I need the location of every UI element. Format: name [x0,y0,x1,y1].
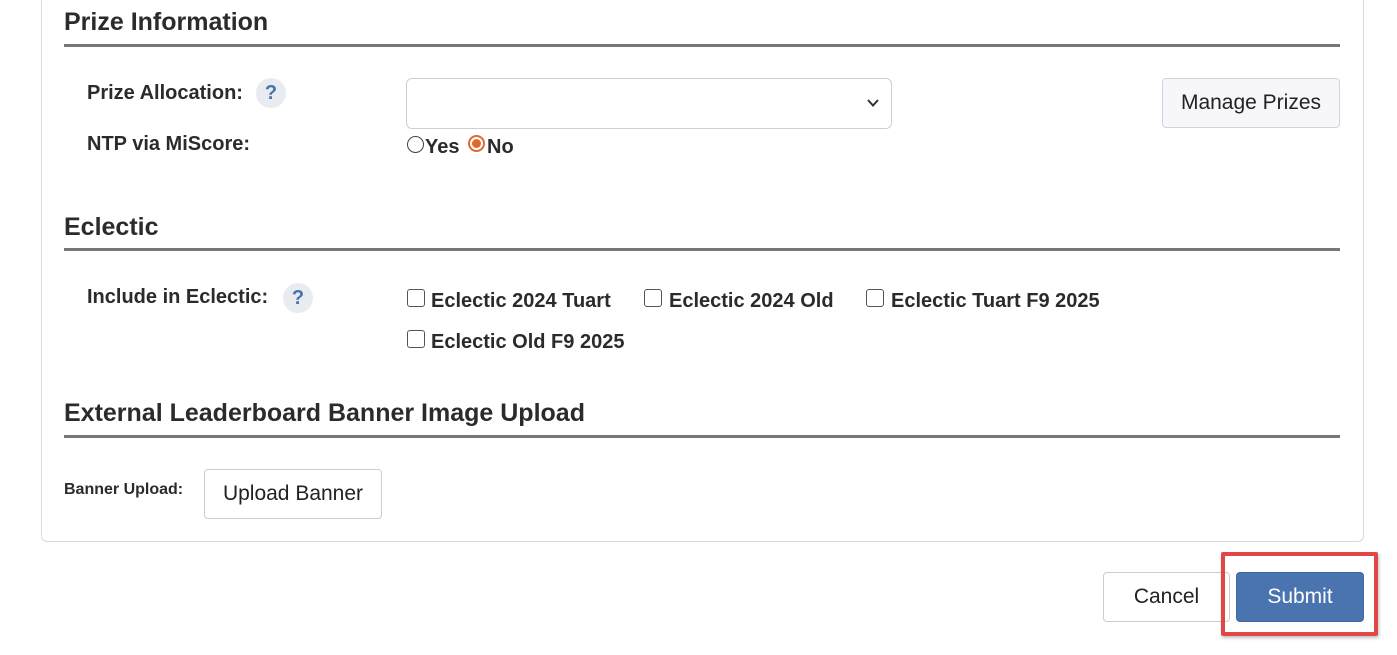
ntp-no-label[interactable]: No [487,136,514,159]
section-title-eclectic: Eclectic [64,213,159,241]
eclectic-2024-tuart-label[interactable]: Eclectic 2024 Tuart [431,290,611,313]
help-icon[interactable]: ? [283,283,313,313]
prize-allocation-select[interactable] [406,78,892,129]
section-divider [64,248,1340,251]
ntp-label: NTP via MiScore: [87,133,251,155]
ntp-yes-label[interactable]: Yes [425,136,459,159]
cancel-button[interactable]: Cancel [1103,572,1230,622]
ntp-yes-radio[interactable] [407,136,424,153]
eclectic-2024-old-checkbox[interactable] [644,289,662,307]
section-title-banner: External Leaderboard Banner Image Upload [64,399,585,427]
include-eclectic-label: Include in Eclectic: [87,286,269,308]
section-divider [64,435,1340,438]
banner-upload-label: Banner Upload: [64,481,184,498]
eclectic-2024-tuart-checkbox[interactable] [407,289,425,307]
manage-prizes-button[interactable]: Manage Prizes [1162,78,1340,128]
section-title-prize: Prize Information [64,8,269,36]
chevron-down-icon [867,99,879,107]
eclectic-tuart-f9-2025-label[interactable]: Eclectic Tuart F9 2025 [891,290,1100,313]
eclectic-2024-old-label[interactable]: Eclectic 2024 Old [669,290,834,313]
submit-highlight-box [1221,552,1378,636]
ntp-no-radio[interactable] [468,135,485,152]
eclectic-old-f9-2025-checkbox[interactable] [407,330,425,348]
section-divider [64,44,1340,47]
help-icon[interactable]: ? [256,78,286,108]
prize-allocation-label: Prize Allocation: [87,82,243,104]
upload-banner-button[interactable]: Upload Banner [204,469,382,519]
eclectic-tuart-f9-2025-checkbox[interactable] [866,289,884,307]
eclectic-old-f9-2025-label[interactable]: Eclectic Old F9 2025 [431,331,624,354]
